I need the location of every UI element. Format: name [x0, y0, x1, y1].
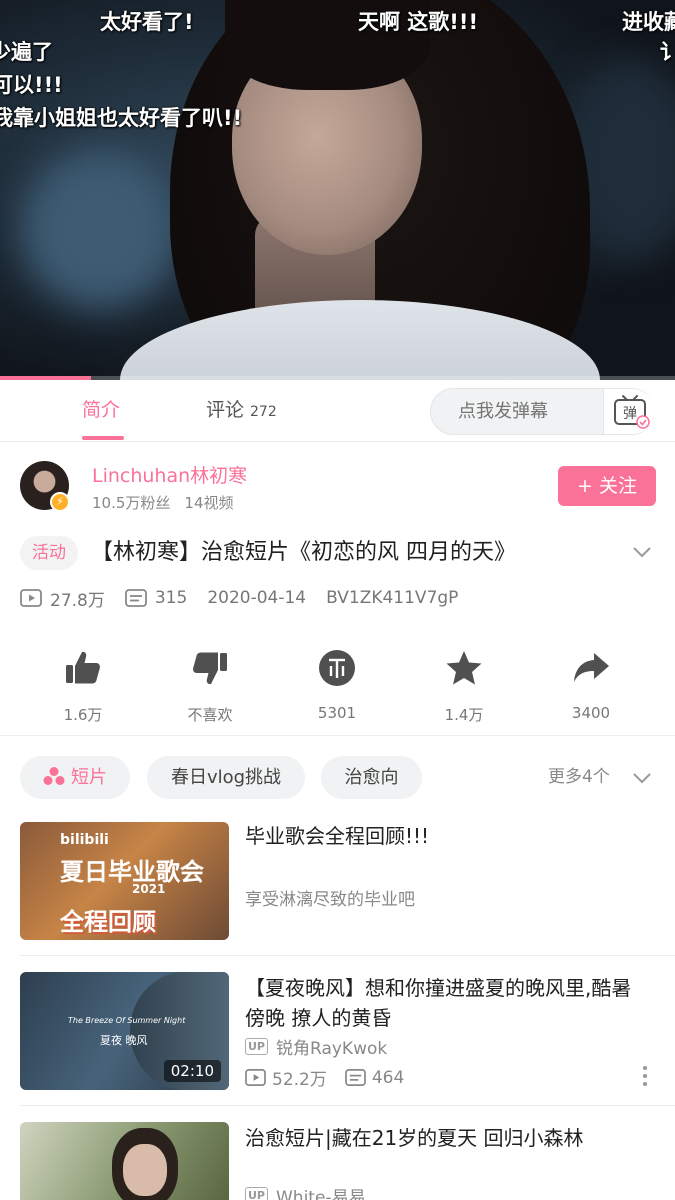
tab-intro[interactable]: 简介 — [82, 380, 120, 442]
uploader-video-count: 14视频 — [184, 494, 234, 512]
video-bokeh — [20, 150, 180, 310]
danmaku-comment: 可以!!! — [0, 73, 63, 97]
video-title: 【林初寒】治愈短片《初恋的风 四月的天》 — [91, 540, 516, 565]
tab-comments-label: 评论 — [206, 399, 245, 421]
thumbnail-text: 夏夜 晚风 — [100, 1034, 148, 1047]
thumbnail-text: bilibili — [60, 832, 109, 848]
comment-count: 272 — [250, 404, 277, 420]
danmaku-count-icon — [345, 1069, 366, 1086]
danmaku-count: 315 — [154, 588, 188, 608]
tag-chip-short-film[interactable]: 短片 — [20, 756, 130, 799]
section-divider — [0, 735, 675, 736]
tag-chip-label: 短片 — [71, 767, 107, 788]
thumbnail-text: 全程回顾 — [60, 908, 156, 936]
danmaku-comment: 少遍了 — [0, 40, 53, 64]
video-player[interactable]: 太好看了! 天啊 这歌!!! 进收藏 少遍了 可以!!! 我靠小姐姐也太好看了叭… — [0, 0, 675, 380]
related-video-subtitle: 享受淋漓尽致的毕业吧 — [245, 890, 415, 910]
related-video-uploader[interactable]: UP White-易易 — [245, 1183, 366, 1200]
related-video-thumbnail[interactable]: bilibili 夏日毕业歌会 2021 全程回顾 — [20, 822, 229, 940]
bvid: BV1ZK411V7gP — [326, 588, 459, 608]
danmaku-comment: 进收藏 — [622, 10, 675, 34]
uploader-stats: 10.5万粉丝 14视频 — [92, 492, 234, 513]
like-icon — [66, 651, 100, 684]
danmaku-comment: 我靠小姐姐也太好看了叭!! — [0, 106, 243, 130]
related-view-count: 52.2万 — [272, 1070, 327, 1090]
coin-count: 5301 — [317, 704, 357, 722]
related-uploader-name: 锐角RayKwok — [276, 1039, 388, 1059]
favorite-button[interactable]: 1.4万 — [404, 648, 524, 725]
related-danmaku-count: 464 — [371, 1067, 405, 1088]
dislike-button[interactable]: 不喜欢 — [150, 648, 270, 725]
thumbnail-figure — [123, 1144, 167, 1196]
chevron-down-icon[interactable] — [632, 771, 652, 785]
chevron-down-icon[interactable] — [632, 545, 652, 559]
up-badge: UP — [245, 1038, 268, 1055]
dislike-label: 不喜欢 — [187, 706, 233, 724]
favorite-icon — [446, 651, 482, 685]
more-options-icon[interactable] — [638, 1065, 652, 1087]
video-meta: 27.8万 315 2020-04-14 BV1ZK411V7gP — [20, 584, 458, 612]
related-video-uploader[interactable]: UP 锐角RayKwok — [245, 1034, 387, 1059]
up-badge: UP — [245, 1187, 268, 1200]
tag-chip-healing[interactable]: 治愈向 — [321, 756, 422, 799]
tag-chip-spring-vlog[interactable]: 春日vlog挑战 — [147, 756, 305, 799]
svg-text:弹: 弹 — [623, 406, 637, 422]
thumbnail-text: The Breeze Of Summer Night — [68, 1016, 186, 1025]
follow-button[interactable]: + 关注 — [558, 466, 656, 506]
lightning-icon: ⚡ — [50, 492, 70, 512]
related-video-title[interactable]: 毕业歌会全程回顾!!! — [245, 821, 657, 851]
share-icon — [574, 653, 609, 682]
related-video-stats: 52.2万 464 — [245, 1065, 404, 1090]
list-divider — [20, 1105, 675, 1106]
like-count: 1.6万 — [63, 706, 103, 724]
more-tags-button[interactable]: 更多4个 — [548, 756, 610, 799]
dislike-icon — [193, 652, 227, 685]
danmaku-input-placeholder: 点我发弹幕 — [458, 401, 548, 422]
tab-comments[interactable]: 评论 272 — [206, 380, 277, 442]
tab-intro-label: 简介 — [82, 399, 121, 421]
uploader-fans: 10.5万粉丝 — [92, 494, 171, 512]
share-count: 3400 — [571, 704, 611, 722]
publish-date: 2020-04-14 — [207, 588, 307, 608]
related-video-thumbnail[interactable]: The Breeze Of Summer Night 夏夜 晚风 02:10 — [20, 972, 229, 1090]
danmaku-comment: 天啊 这歌!!! — [358, 10, 479, 34]
like-button[interactable]: 1.6万 — [23, 648, 143, 725]
danmaku-toggle-icon: 弹 — [614, 395, 650, 429]
danmaku-comment: 讠 — [660, 40, 675, 64]
favorite-count: 1.4万 — [444, 706, 484, 724]
danmaku-toggle-button[interactable]: 弹 — [603, 389, 655, 434]
share-button[interactable]: 3400 — [531, 648, 651, 722]
view-count: 27.8万 — [50, 590, 105, 611]
video-duration: 02:10 — [163, 1060, 221, 1082]
related-uploader-name: White-易易 — [276, 1188, 366, 1200]
thumbnail-text: 2021 — [132, 882, 166, 896]
play-count-icon — [20, 589, 42, 607]
danmaku-input[interactable]: 点我发弹幕 弹 — [430, 388, 655, 435]
activity-badge[interactable]: 活动 — [20, 536, 78, 570]
related-video-title[interactable]: 【夏夜晚风】想和你撞进盛夏的晚风里,酷暑 傍晚 撩人的黄昏 — [245, 973, 657, 1033]
coin-button[interactable]: 5301 — [277, 648, 397, 722]
related-video-title[interactable]: 治愈短片|藏在21岁的夏天 回归小森林 — [245, 1123, 657, 1153]
related-video-thumbnail[interactable] — [20, 1122, 229, 1200]
danmaku-comment: 太好看了! — [100, 10, 194, 34]
category-dots-icon — [43, 767, 65, 785]
danmaku-count-icon — [124, 589, 147, 607]
tab-active-indicator — [82, 436, 124, 440]
list-divider — [20, 955, 675, 956]
play-count-icon — [245, 1069, 266, 1086]
coin-icon — [319, 650, 355, 686]
uploader-name[interactable]: Linchuhan林初寒 — [92, 461, 247, 488]
